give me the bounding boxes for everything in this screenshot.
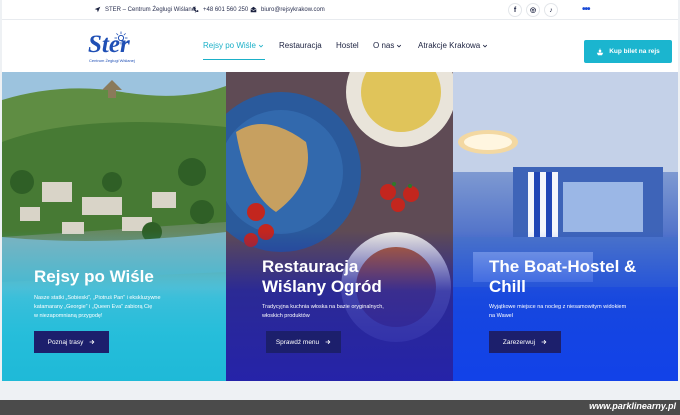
nav-item-atrakcje[interactable]: Atrakcje Krakowa bbox=[418, 41, 488, 50]
logo-tagline: Centrum Żeglugi Wiślanej bbox=[89, 58, 135, 63]
site-header: Ster Centrum Żeglugi Wiślanej Rejsy po W… bbox=[2, 20, 678, 72]
chevron-down-icon bbox=[397, 44, 402, 47]
nav-item-hostel[interactable]: Hostel bbox=[336, 41, 359, 50]
footer-strip: www.parklinearny.pl bbox=[0, 400, 680, 415]
address-item: STER – Centrum Żeglugi Wiślanej bbox=[94, 6, 196, 13]
arrow-right-icon bbox=[89, 339, 95, 345]
watermark-text: www.parklinearny.pl bbox=[589, 401, 676, 411]
instagram-icon[interactable]: ◎ bbox=[526, 3, 540, 17]
panel-description: Nasze statki „Sobieski”, „Piotruś Pan” i… bbox=[34, 295, 161, 319]
page: STER – Centrum Żeglugi Wiślanej +48 601 … bbox=[2, 0, 678, 381]
phone-icon bbox=[193, 6, 199, 12]
location-arrow-icon bbox=[94, 6, 101, 13]
logo[interactable]: Ster Centrum Żeglugi Wiślanej bbox=[82, 29, 142, 67]
email-icon bbox=[250, 6, 257, 13]
arrow-right-icon bbox=[541, 339, 547, 345]
more-options-icon[interactable]: ••• bbox=[582, 4, 590, 15]
top-bar: STER – Centrum Żeglugi Wiślanej +48 601 … bbox=[2, 0, 678, 20]
email-text: biuro@rejsykrakow.com bbox=[261, 6, 325, 13]
explore-routes-button[interactable]: Poznaj trasy bbox=[34, 331, 109, 353]
nav-item-o-nas[interactable]: O nas bbox=[373, 41, 402, 50]
nav-item-rejsy[interactable]: Rejsy po Wiśle bbox=[203, 41, 264, 50]
nav-active-underline bbox=[203, 59, 265, 60]
ship-icon bbox=[597, 48, 604, 55]
panel-title: Restauracja Wiślany Ogród bbox=[262, 257, 382, 296]
chevron-down-icon bbox=[258, 44, 264, 47]
tiktok-icon[interactable]: ♪ bbox=[544, 3, 558, 17]
panel-description: Tradycyjna kuchnia włoska na bazie orygi… bbox=[262, 304, 384, 319]
book-now-button[interactable]: Zarezerwuj bbox=[489, 331, 561, 353]
panel-description: Wyjątkowe miejsce na nocleg z niesamowit… bbox=[489, 304, 627, 319]
panel-cruises[interactable]: Rejsy po Wiśle Nasze statki „Sobieski”, … bbox=[2, 72, 226, 381]
chevron-down-icon bbox=[483, 44, 488, 47]
address-text: STER – Centrum Żeglugi Wiślanej bbox=[105, 6, 197, 13]
arrow-right-icon bbox=[325, 339, 331, 345]
panel-hostel[interactable]: The Boat-Hostel & Chill Wyjątkowe miejsc… bbox=[453, 72, 678, 381]
nav-item-restauracja[interactable]: Restauracja bbox=[279, 41, 322, 50]
email-item[interactable]: biuro@rejsykrakow.com bbox=[250, 6, 325, 13]
phone-item[interactable]: +48 601 560 250 bbox=[192, 6, 248, 13]
panel-title: The Boat-Hostel & Chill bbox=[489, 257, 637, 296]
panel-restaurant[interactable]: Restauracja Wiślany Ogród Tradycyjna kuc… bbox=[226, 72, 453, 381]
panel-title: Rejsy po Wiśle bbox=[34, 267, 154, 286]
logo-wordmark: Ster bbox=[88, 31, 130, 58]
facebook-icon[interactable]: f bbox=[508, 3, 522, 17]
buy-ticket-button[interactable]: Kup bilet na rejs bbox=[584, 40, 672, 63]
phone-text: +48 601 560 250 bbox=[203, 6, 249, 13]
check-menu-button[interactable]: Sprawdź menu bbox=[266, 331, 341, 353]
